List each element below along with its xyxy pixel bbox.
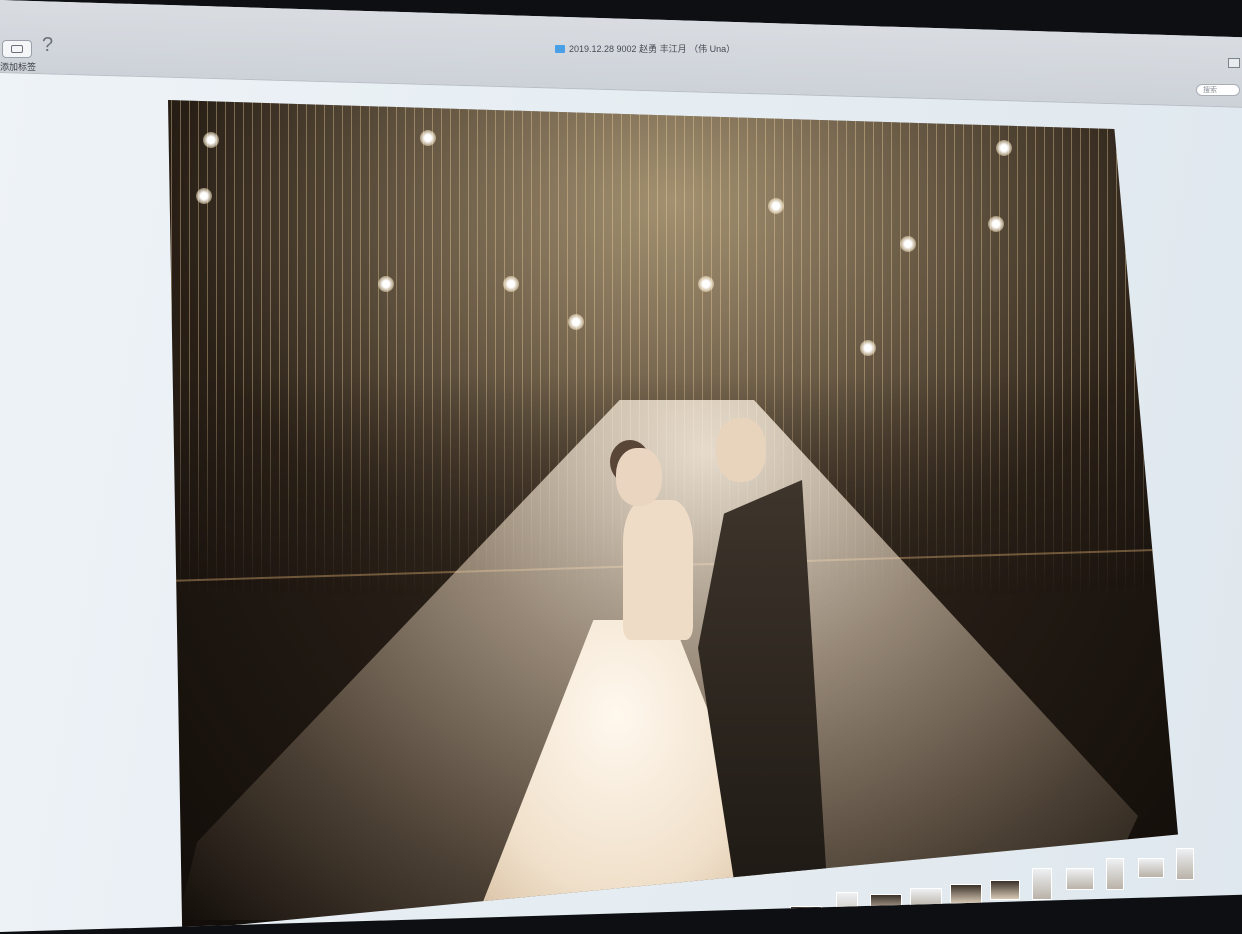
light-bulb	[698, 276, 714, 292]
folder-icon	[555, 44, 565, 53]
thumbnail[interactable]	[836, 892, 858, 926]
thumbnail[interactable]	[748, 910, 780, 930]
thumbnail[interactable]	[950, 884, 982, 904]
window-title-text: 2019.12.28 9002 赵勇 丰江月 （伟 Una）	[569, 44, 736, 54]
light-bulb	[568, 314, 584, 330]
question-icon[interactable]: ?	[42, 34, 53, 57]
search-input[interactable]: 搜索	[1196, 84, 1240, 96]
tag-icon	[11, 45, 23, 53]
thumbnail[interactable]	[990, 880, 1020, 900]
thumbnail[interactable]	[1066, 868, 1094, 890]
light-bulb	[420, 130, 436, 146]
light-bulb	[378, 276, 394, 292]
thumbnail[interactable]	[540, 928, 560, 932]
light-bulb	[196, 188, 212, 204]
light-bulb	[768, 198, 784, 214]
thumbnail[interactable]	[1138, 858, 1164, 878]
thumbnail-selected[interactable]	[572, 920, 612, 932]
light-bulb	[988, 216, 1004, 232]
light-bulb	[996, 140, 1012, 156]
thumbnail[interactable]	[910, 888, 942, 908]
main-photo[interactable]	[168, 100, 1178, 930]
thumbnail[interactable]	[620, 922, 650, 932]
light-bulb	[503, 276, 519, 292]
thumbnail[interactable]	[790, 906, 822, 926]
light-bulb	[860, 340, 876, 356]
screen: ? 添加标签 2019.12.28 9002 赵勇 丰江月 （伟 Una） 搜索	[0, 0, 1242, 932]
groom-head	[716, 418, 766, 482]
add-tag-label[interactable]: 添加标签	[0, 60, 36, 73]
thumbnail[interactable]	[1106, 858, 1124, 890]
tag-button[interactable]	[2, 40, 32, 58]
thumbnail[interactable]	[870, 894, 902, 914]
thumbnail[interactable]	[1176, 848, 1194, 880]
fullscreen-button[interactable]	[1228, 58, 1240, 68]
bride-head	[616, 448, 662, 506]
filmstrip	[540, 842, 1242, 932]
light-bulb	[203, 132, 219, 148]
light-bulb	[900, 236, 916, 252]
bride	[623, 500, 693, 640]
thumbnail[interactable]	[706, 914, 738, 932]
window-title: 2019.12.28 9002 赵勇 丰江月 （伟 Una）	[555, 42, 735, 55]
thumbnail[interactable]	[1032, 868, 1052, 900]
